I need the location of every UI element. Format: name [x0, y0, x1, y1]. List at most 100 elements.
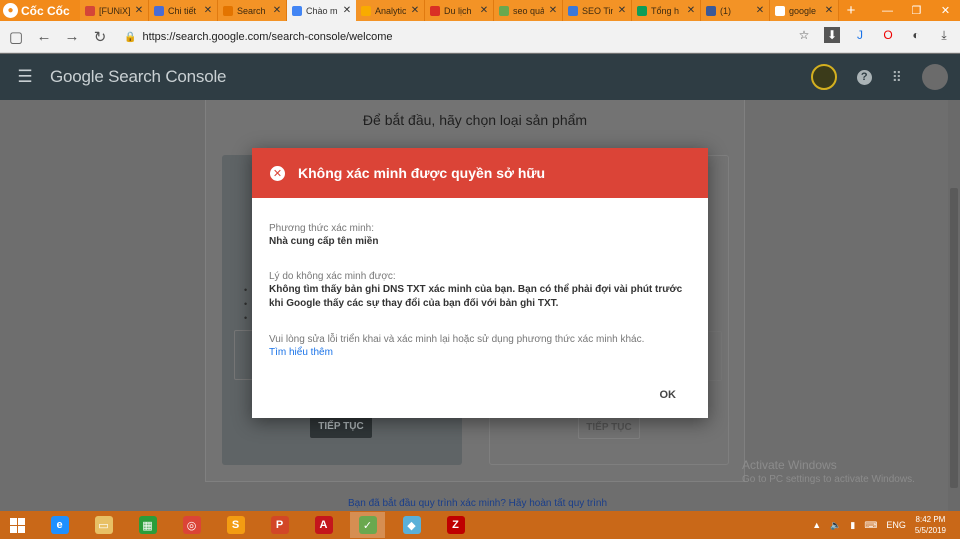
browser-brand[interactable]: ● Cốc Cốc	[0, 0, 80, 21]
tab-close-icon[interactable]: ✕	[410, 5, 420, 16]
tab-close-icon[interactable]: ✕	[686, 5, 696, 16]
activate-windows-title: Activate Windows	[742, 458, 837, 472]
taskbar-app-app-blue[interactable]: ◆	[394, 512, 429, 538]
clock[interactable]: 8:42 PM 5/5/2019	[915, 514, 946, 536]
taskbar-app-store[interactable]: ▦	[130, 512, 165, 538]
tab-title: (1)	[720, 5, 731, 16]
tab-favicon-icon	[499, 5, 509, 16]
acrobat-icon: A	[314, 516, 333, 534]
dialog-hint: Vui lòng sửa lỗi triển khai và xác minh …	[269, 334, 645, 345]
page-scrollbar[interactable]	[948, 100, 960, 511]
downloads-menu-icon[interactable]: ⤓	[936, 27, 952, 43]
menu-icon[interactable]: ☰	[0, 67, 50, 87]
volume-icon[interactable]: 🔈	[830, 520, 841, 531]
tab-title: Chào m	[306, 5, 338, 16]
avatar[interactable]	[922, 64, 948, 90]
bookmark-star-icon[interactable]: ☆	[796, 27, 812, 43]
continue-button-url-prefix[interactable]: TIẾP TỤC	[578, 415, 640, 439]
powerpoint-icon: P	[270, 516, 289, 534]
back-button[interactable]: ←	[30, 28, 58, 45]
browser-tab[interactable]: google ✕	[770, 0, 839, 21]
tab-close-icon[interactable]: ✕	[755, 5, 765, 16]
tab-title: Du lịch	[444, 5, 472, 16]
tab-close-icon[interactable]: ✕	[272, 5, 282, 16]
taskbar-app-file-explorer[interactable]: ▭	[86, 512, 121, 538]
tab-favicon-icon	[85, 5, 95, 16]
browser-tab[interactable]: Du lịch ✕	[425, 0, 494, 21]
tab-close-icon[interactable]: ✕	[203, 5, 213, 16]
tab-favicon-icon	[706, 5, 716, 16]
browser-brand-label: Cốc Cốc	[21, 3, 70, 18]
apps-grid-icon[interactable]: ⠿	[892, 69, 902, 86]
option-bullets: • • •	[244, 285, 248, 323]
tab-close-icon[interactable]: ✕	[342, 5, 352, 16]
browser-tab[interactable]: seo quả ✕	[494, 0, 563, 21]
forward-button[interactable]: →	[58, 28, 86, 45]
app-title: Google Search Console	[50, 67, 227, 86]
browser-tab[interactable]: SEO Tin ✕	[563, 0, 632, 21]
start-button[interactable]	[0, 511, 34, 539]
internet-explorer-icon: e	[50, 516, 69, 534]
language-indicator[interactable]: ENG	[886, 520, 906, 530]
tab-close-icon[interactable]: ✕	[617, 5, 627, 16]
profile-icon[interactable]: ◐	[908, 27, 924, 43]
tab-favicon-icon	[775, 5, 785, 16]
close-window-button[interactable]: ✕	[931, 0, 960, 21]
taskbar-app-coccoc[interactable]: ✓	[350, 512, 385, 538]
scrollbar-thumb[interactable]	[950, 188, 958, 488]
taskbar-app-powerpoint[interactable]: P	[262, 512, 297, 538]
activate-windows-subtitle: Go to PC settings to activate Windows.	[742, 474, 915, 485]
browser-tab[interactable]: Chào m ✕	[287, 0, 356, 21]
taskbar-app-filezilla[interactable]: Z	[438, 512, 473, 538]
finish-verification-link[interactable]: Bạn đã bắt đầu quy trình xác minh? Hãy h…	[348, 498, 607, 509]
ok-button[interactable]: OK	[660, 389, 677, 401]
taskbar-app-chrome[interactable]: ◎	[174, 512, 209, 538]
error-icon: ✕	[270, 165, 285, 181]
opera-icon[interactable]: O	[880, 27, 896, 43]
help-icon[interactable]: ?	[856, 69, 872, 85]
tab-title: Analytic	[375, 5, 406, 16]
dialog-body: Phương thức xác minh: Nhà cung cấp tên m…	[252, 198, 708, 360]
tab-title: Tổng h	[651, 5, 680, 16]
coccoc-logo-icon: ●	[3, 3, 18, 18]
tab-title: SEO Tin	[582, 5, 613, 16]
lock-icon: 🔒	[124, 31, 137, 43]
tab-favicon-icon	[637, 5, 647, 16]
taskbar-app-internet-explorer[interactable]: e	[42, 512, 77, 538]
network-icon[interactable]: ▮	[850, 520, 855, 531]
tab-close-icon[interactable]: ✕	[134, 5, 144, 16]
tab-close-icon[interactable]: ✕	[548, 5, 558, 16]
taskbar-app-acrobat[interactable]: A	[306, 512, 341, 538]
extension-icon[interactable]: J	[852, 27, 868, 43]
reload-button[interactable]: ↻	[86, 28, 114, 46]
new-tab-button[interactable]: +	[839, 0, 863, 21]
download-icon[interactable]: ⬇	[824, 27, 840, 43]
browser-tab[interactable]: Analytic ✕	[356, 0, 425, 21]
learn-more-link[interactable]: Tìm hiểu thêm	[269, 346, 691, 360]
address-bar-url[interactable]: https://search.google.com/search-console…	[142, 31, 392, 43]
browser-tab[interactable]: Chi tiết ✕	[149, 0, 218, 21]
file-explorer-icon: ▭	[94, 516, 113, 534]
account-badge-icon[interactable]	[810, 64, 837, 90]
sidebar-toggle-icon[interactable]: ▢	[2, 28, 30, 46]
browser-toolbar: ▢ ← → ↻ 🔒 https://search.google.com/sear…	[0, 21, 960, 53]
system-tray: ▲ 🔈 ▮ ⌨ ENG 8:42 PM 5/5/2019	[812, 511, 960, 539]
address-bar[interactable]: 🔒 https://search.google.com/search-conso…	[124, 28, 654, 46]
browser-tab[interactable]: [FUNiX] ✕	[80, 0, 149, 21]
browser-tab[interactable]: (1) ✕	[701, 0, 770, 21]
tab-title: google	[789, 5, 817, 16]
minimize-button[interactable]: —	[873, 0, 902, 21]
reason-label: Lý do không xác minh được:	[269, 271, 396, 282]
tab-title: [FUNiX]	[99, 5, 130, 16]
reason-value: Không tìm thấy bản ghi DNS TXT xác minh …	[269, 284, 683, 309]
browser-tab[interactable]: Tổng h ✕	[632, 0, 701, 21]
taskbar-app-sublime[interactable]: S	[218, 512, 253, 538]
verification-failed-dialog: ✕ Không xác minh được quyền sở hữu Phươn…	[252, 148, 708, 418]
tray-overflow-icon[interactable]: ▲	[812, 520, 821, 530]
tab-close-icon[interactable]: ✕	[824, 5, 834, 16]
maximize-button[interactable]: ❐	[902, 0, 931, 21]
tab-title: Chi tiết	[168, 5, 197, 16]
browser-tab[interactable]: Search ✕	[218, 0, 287, 21]
tab-close-icon[interactable]: ✕	[479, 5, 489, 16]
keyboard-icon[interactable]: ⌨	[864, 520, 877, 531]
